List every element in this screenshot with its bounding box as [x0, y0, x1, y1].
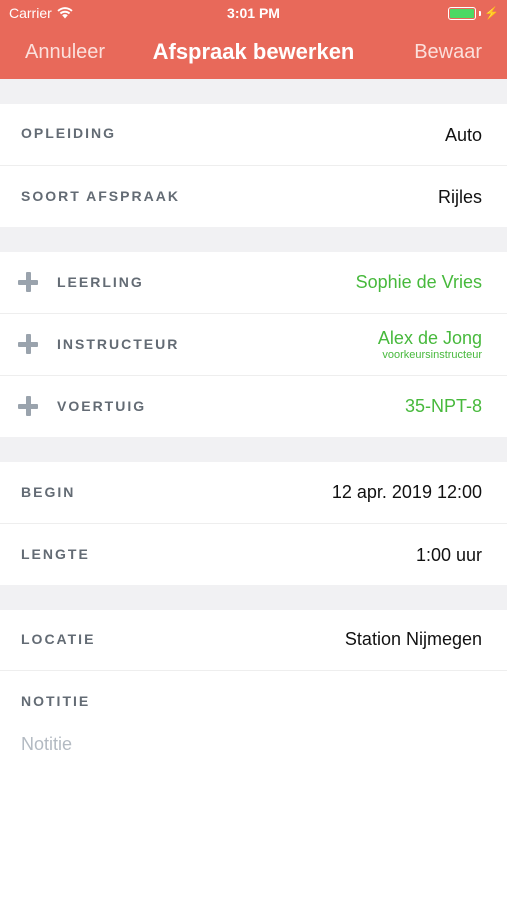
plus-icon[interactable]	[18, 334, 38, 354]
row-lengte[interactable]: LENGTE 1:00 uur	[0, 524, 507, 585]
leerling-value: Sophie de Vries	[355, 272, 482, 292]
section-spacer	[0, 79, 507, 104]
row-voertuig[interactable]: VOERTUIG 35-NPT-8	[0, 376, 507, 437]
header: Carrier 3:01 PM ⚡ Annuleer Afspraak bewe…	[0, 0, 507, 79]
battery-icon	[448, 6, 477, 20]
battery-group: ⚡	[448, 6, 499, 20]
section-spacer	[0, 227, 507, 252]
row-notitie: NOTITIE	[0, 671, 507, 900]
charging-bolt-icon: ⚡	[484, 6, 499, 20]
notitie-label: NOTITIE	[21, 693, 91, 709]
locatie-value: Station Nijmegen	[344, 629, 482, 649]
voertuig-value: 35-NPT-8	[404, 396, 482, 416]
begin-label: BEGIN	[21, 484, 76, 500]
opleiding-value: Auto	[444, 125, 482, 145]
plus-icon[interactable]	[18, 396, 38, 416]
row-instructeur[interactable]: INSTRUCTEUR Alex de Jong voorkeursinstru…	[0, 314, 507, 376]
voertuig-label: VOERTUIG	[57, 398, 147, 414]
leerling-label: LEERLING	[57, 274, 144, 290]
instructeur-label: INSTRUCTEUR	[57, 336, 180, 352]
plus-icon[interactable]	[18, 272, 38, 292]
section-spacer	[0, 437, 507, 462]
row-soort-afspraak[interactable]: SOORT AFSPRAAK Rijles	[0, 166, 507, 227]
row-locatie[interactable]: LOCATIE Station Nijmegen	[0, 610, 507, 671]
section-spacer	[0, 585, 507, 610]
battery-cap	[479, 10, 482, 16]
navigation-bar: Annuleer Afspraak bewerken Bewaar	[0, 36, 507, 70]
lengte-value: 1:00 uur	[415, 545, 482, 565]
opleiding-label: OPLEIDING	[21, 125, 117, 141]
locatie-label: LOCATIE	[21, 631, 96, 647]
begin-value: 12 apr. 2019 12:00	[331, 482, 482, 502]
instructeur-subtitle: voorkeursinstructeur	[382, 349, 482, 361]
save-button[interactable]: Bewaar	[414, 41, 482, 64]
soort-afspraak-label: SOORT AFSPRAAK	[21, 188, 180, 204]
status-time: 3:01 PM	[227, 5, 280, 21]
row-begin[interactable]: BEGIN 12 apr. 2019 12:00	[0, 462, 507, 524]
row-opleiding[interactable]: OPLEIDING Auto	[0, 104, 507, 166]
battery-level	[450, 8, 475, 18]
row-leerling[interactable]: LEERLING Sophie de Vries	[0, 252, 507, 314]
status-bar: Carrier 3:01 PM ⚡	[0, 0, 507, 26]
notitie-input[interactable]	[21, 734, 481, 755]
soort-afspraak-value: Rijles	[437, 187, 482, 207]
lengte-label: LENGTE	[21, 546, 90, 562]
instructeur-value: Alex de Jong	[377, 328, 482, 348]
